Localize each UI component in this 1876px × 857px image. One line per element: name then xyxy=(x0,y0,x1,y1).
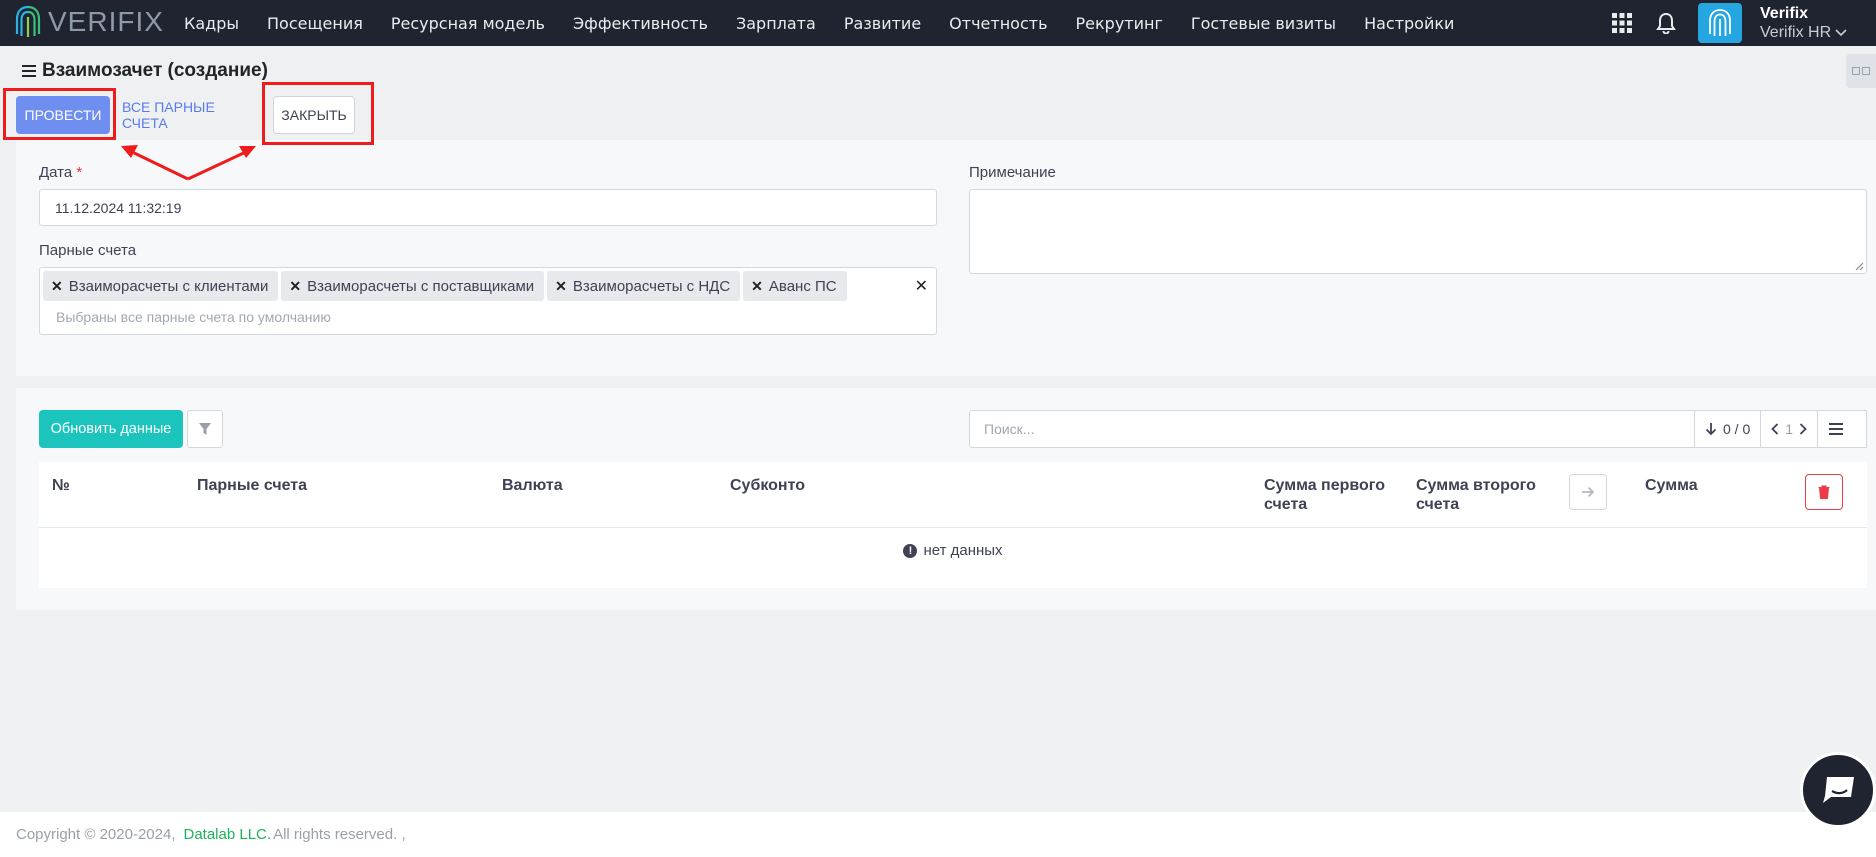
nav-item-reports[interactable]: Отчетность xyxy=(935,14,1061,33)
col-sum[interactable]: Сумма xyxy=(1645,476,1698,495)
chat-widget-button[interactable] xyxy=(1800,752,1876,828)
filter-button[interactable] xyxy=(187,410,223,448)
top-navbar: VERIFIX Кадры Посещения Ресурсная модель… xyxy=(0,0,1876,46)
fingerprint-logo-icon xyxy=(15,5,41,37)
rights-text: All rights reserved. , xyxy=(273,826,406,843)
chip-label: Взаиморасчеты с поставщиками xyxy=(307,277,535,295)
nav-item-efficiency[interactable]: Эффективность xyxy=(559,14,722,33)
pairs-label: Парные счета xyxy=(39,242,137,259)
remove-chip-icon[interactable]: ✕ xyxy=(751,278,763,295)
pairs-multiselect[interactable]: ✕ Взаиморасчеты с клиентами ✕ Взаиморасч… xyxy=(39,267,937,335)
bell-icon xyxy=(1656,12,1676,34)
annotation-box-close xyxy=(262,82,374,145)
brand-logo[interactable]: VERIFIX xyxy=(14,4,164,40)
main-menu: Кадры Посещения Ресурсная модель Эффекти… xyxy=(170,0,1468,46)
sort-count[interactable]: 0 / 0 xyxy=(1695,411,1762,447)
trash-icon xyxy=(1818,485,1830,499)
remove-chip-icon[interactable]: ✕ xyxy=(289,278,301,295)
pairs-placeholder: Выбраны все парные счета по умолчанию xyxy=(56,309,331,325)
all-pairs-button[interactable]: ВСЕ ПАРНЫЕ СЧЕТА xyxy=(122,96,262,134)
date-input[interactable]: 11.12.2024 11:32:19 xyxy=(39,189,937,226)
filter-icon xyxy=(199,423,211,435)
columns-menu-button[interactable] xyxy=(1818,411,1854,447)
nav-item-attendance[interactable]: Посещения xyxy=(253,14,377,33)
user-name: Verifix xyxy=(1760,5,1809,22)
annotation-arrows xyxy=(121,145,256,181)
copyright-text: Copyright © 2020-2024, xyxy=(16,826,176,843)
chevron-down-icon xyxy=(1835,28,1847,36)
chip-label: Взаиморасчеты с клиентами xyxy=(68,277,269,295)
arrow-right-icon xyxy=(1582,486,1595,498)
pair-chip-suppliers: ✕ Взаиморасчеты с поставщиками xyxy=(281,271,545,301)
remove-chip-icon[interactable]: ✕ xyxy=(555,278,567,295)
nav-item-guest-visits[interactable]: Гостевые визиты xyxy=(1177,14,1350,33)
info-icon: ! xyxy=(903,543,918,558)
remove-chip-icon[interactable]: ✕ xyxy=(51,278,63,295)
apps-grid-icon xyxy=(1612,13,1632,33)
empty-state: ! нет данных xyxy=(39,542,1867,559)
navbar-actions: Verifix Verifix HR xyxy=(1600,0,1876,46)
nav-item-recruiting[interactable]: Рекрутинг xyxy=(1062,14,1177,33)
list-menu-icon xyxy=(1829,423,1844,435)
resize-handle-icon[interactable] xyxy=(1854,261,1864,271)
arrow-down-icon xyxy=(1705,423,1717,436)
delete-rows-button[interactable] xyxy=(1805,474,1843,510)
record-count: 0 / 0 xyxy=(1723,421,1751,437)
company-link[interactable]: Datalab LLC. xyxy=(184,826,272,843)
user-menu[interactable]: Verifix Verifix HR xyxy=(1756,4,1876,42)
fingerprint-icon xyxy=(1709,9,1731,36)
pairs-chip-list: ✕ Взаиморасчеты с клиентами ✕ Взаиморасч… xyxy=(43,271,847,301)
transfer-sum-button[interactable] xyxy=(1569,474,1607,510)
side-panel-toggle[interactable] xyxy=(1846,54,1876,88)
required-mark: * xyxy=(76,164,83,181)
date-label: Дата xyxy=(39,164,73,181)
col-pair-accounts[interactable]: Парные счета xyxy=(197,476,307,495)
nav-item-salary[interactable]: Зарплата xyxy=(722,14,830,33)
note-textarea[interactable] xyxy=(969,189,1867,274)
brand-name: VERIFIX xyxy=(48,6,164,37)
pair-chip-vat: ✕ Взаиморасчеты с НДС xyxy=(547,271,741,301)
col-sum-second[interactable]: Сумма второго счета xyxy=(1416,476,1546,514)
col-subconto[interactable]: Субконто xyxy=(730,476,805,495)
col-number[interactable]: № xyxy=(52,476,70,495)
refresh-data-button[interactable]: Обновить данные xyxy=(39,410,183,448)
page-footer: Copyright © 2020-2024, Datalab LLC. All … xyxy=(0,812,1876,857)
pager: 0 / 0 1 xyxy=(1695,410,1867,448)
annotation-box-post xyxy=(3,88,116,140)
nav-item-resource-model[interactable]: Ресурсная модель xyxy=(377,14,559,33)
nav-item-settings[interactable]: Настройки xyxy=(1350,14,1468,33)
nav-item-staff[interactable]: Кадры xyxy=(170,14,253,33)
hamburger-menu-icon[interactable] xyxy=(22,65,36,77)
keyboard-icon xyxy=(1852,67,1870,75)
chevron-left-icon[interactable] xyxy=(1771,423,1779,435)
note-label: Примечание xyxy=(969,164,1056,181)
apps-grid-button[interactable] xyxy=(1600,0,1644,46)
nav-item-development[interactable]: Развитие xyxy=(830,14,935,33)
user-avatar[interactable] xyxy=(1698,3,1742,43)
user-organization: Verifix HR xyxy=(1760,24,1832,41)
page-navigator: 1 xyxy=(1761,411,1819,447)
page-title: Взаимозачет (создание) xyxy=(42,60,268,81)
notifications-button[interactable] xyxy=(1644,0,1688,46)
pair-chip-advance: ✕ Аванс ПС xyxy=(743,271,847,301)
chip-label: Аванс ПС xyxy=(768,277,837,295)
col-sum-first[interactable]: Сумма первого счета xyxy=(1264,476,1394,514)
page-header: Взаимозачет (создание) xyxy=(22,60,268,82)
table-body: ! нет данных xyxy=(39,528,1867,588)
chat-icon xyxy=(1823,777,1854,803)
table-header: № Парные счета Валюта Субконто Сумма пер… xyxy=(39,462,1867,528)
search-input[interactable]: Поиск... xyxy=(969,410,1695,448)
grid-search-group: Поиск... 0 / 0 1 xyxy=(969,410,1867,448)
clear-all-icon[interactable]: ✕ xyxy=(915,276,928,295)
empty-text: нет данных xyxy=(923,542,1003,559)
col-currency[interactable]: Валюта xyxy=(502,476,563,495)
chip-label: Взаиморасчеты с НДС xyxy=(572,277,731,295)
pair-chip-clients: ✕ Взаиморасчеты с клиентами xyxy=(43,271,279,301)
page-number: 1 xyxy=(1785,421,1794,437)
chevron-right-icon[interactable] xyxy=(1799,423,1807,435)
